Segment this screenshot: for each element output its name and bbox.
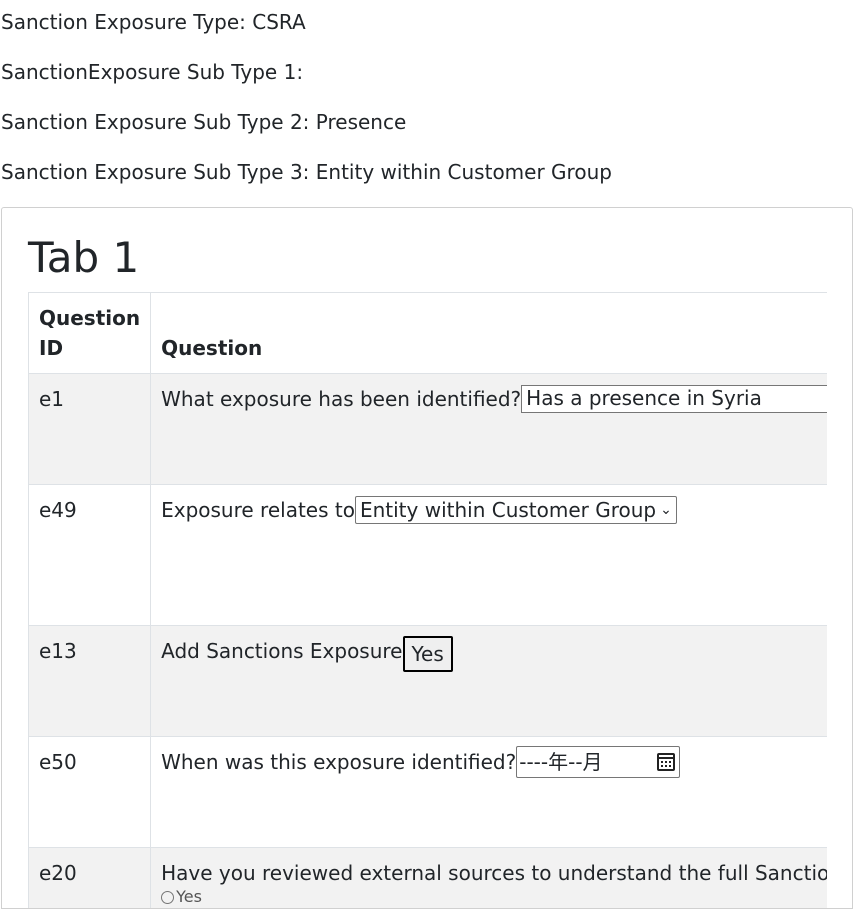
column-header-question-id-line1: Question (39, 306, 140, 330)
question-id-cell: e50 (29, 737, 151, 848)
questions-table-container[interactable]: Question ID Question e1 What exposure ha… (28, 292, 827, 909)
calendar-icon[interactable] (657, 753, 675, 771)
radio-option-yes-label: Yes (176, 887, 202, 906)
exposure-sub-type-1-label: SanctionExposure Sub Type 1: (1, 60, 303, 84)
column-header-question-id: Question ID (29, 293, 151, 374)
question-text: Have you reviewed external sources to un… (161, 861, 827, 885)
question-text: Add Sanctions Exposure (161, 639, 402, 663)
tab-title: Tab 1 (28, 232, 139, 284)
column-header-question: Question (151, 293, 827, 374)
question-text: What exposure has been identified? (161, 387, 521, 411)
chevron-down-icon: ⌄ (660, 498, 672, 522)
question-text: When was this exposure identified? (161, 750, 516, 774)
exposure-type-label: Sanction Exposure Type: CSRA (1, 10, 306, 34)
table-row: e13 Add Sanctions ExposureYes (29, 626, 827, 737)
question-cell: Exposure relates toEntity within Custome… (151, 485, 827, 626)
exposure-sub-type-2-label: Sanction Exposure Sub Type 2: Presence (1, 110, 406, 134)
column-header-question-id-line2: ID (39, 336, 63, 360)
radio-option-yes[interactable]: Yes (161, 888, 827, 906)
table-row: e1 What exposure has been identified?Has… (29, 374, 827, 485)
exposure-relates-to-value: Entity within Customer Group (360, 498, 656, 522)
exposure-sub-type-3-label: Sanction Exposure Sub Type 3: Entity wit… (1, 160, 612, 184)
question-cell: When was this exposure identified?----年-… (151, 737, 827, 848)
table-row: e49 Exposure relates toEntity within Cus… (29, 485, 827, 626)
exposure-date-input[interactable]: ----年--月 (516, 746, 680, 778)
radio-button-icon[interactable] (161, 891, 174, 904)
question-cell: Have you reviewed external sources to un… (151, 848, 827, 909)
exposure-relates-to-select[interactable]: Entity within Customer Group⌄ (355, 496, 677, 524)
question-text: Exposure relates to (161, 498, 355, 522)
question-cell: What exposure has been identified?Has a … (151, 374, 827, 485)
tab-card: Tab 1 Question ID Question e1 What expos… (1, 207, 853, 909)
question-id-cell: e13 (29, 626, 151, 737)
exposure-date-value: ----年--月 (519, 747, 602, 777)
question-id-cell: e49 (29, 485, 151, 626)
questions-table: Question ID Question e1 What exposure ha… (29, 293, 827, 909)
table-row: e50 When was this exposure identified?--… (29, 737, 827, 848)
add-sanctions-exposure-yes-button[interactable]: Yes (403, 636, 453, 672)
exposure-identified-input[interactable]: Has a presence in Syria (521, 385, 827, 413)
question-cell: Add Sanctions ExposureYes (151, 626, 827, 737)
table-row: e20 Have you reviewed external sources t… (29, 848, 827, 909)
question-id-cell: e20 (29, 848, 151, 909)
question-id-cell: e1 (29, 374, 151, 485)
table-header-row: Question ID Question (29, 293, 827, 374)
